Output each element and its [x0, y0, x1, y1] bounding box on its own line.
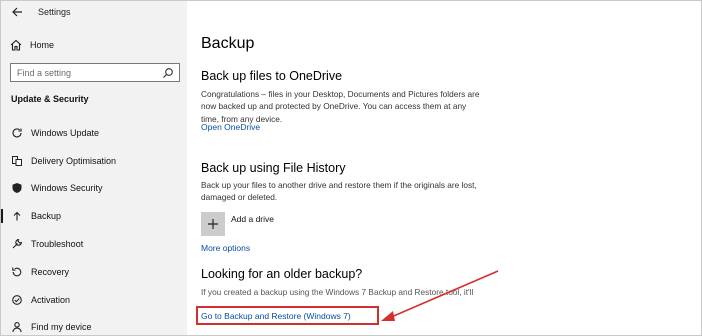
sidebar-item-label: Find my device [31, 322, 92, 333]
shield-icon [12, 183, 22, 194]
sidebar-item-windows-update[interactable]: Windows Update [1, 119, 187, 147]
home-nav-item[interactable]: Home [9, 37, 179, 53]
search-input[interactable] [11, 64, 162, 81]
refresh-icon [12, 128, 22, 138]
sidebar-nav: Windows Update Delivery Optimisation Win… [1, 119, 187, 335]
main-content: Backup Back up files to OneDrive Congrat… [187, 1, 701, 335]
sidebar-item-label: Windows Update [31, 127, 100, 138]
sidebar-item-label: Delivery Optimisation [31, 155, 117, 166]
section-heading: Update & Security [11, 94, 89, 104]
older-backup-description: If you created a backup using the Window… [201, 287, 474, 297]
recovery-icon [12, 267, 22, 277]
annotation-highlight-box [196, 306, 379, 325]
sidebar-item-backup[interactable]: Backup [1, 202, 187, 230]
sidebar-item-label: Troubleshoot [31, 239, 84, 250]
title-bar: Settings [1, 1, 187, 23]
window-title: Settings [38, 7, 71, 17]
sidebar-item-delivery-optimisation[interactable]: Delivery Optimisation [1, 147, 187, 175]
onedrive-heading: Back up files to OneDrive [201, 69, 343, 83]
search-icon[interactable] [162, 67, 174, 79]
sidebar-item-label: Backup [31, 211, 62, 222]
selection-indicator [1, 209, 3, 224]
page-title: Backup [201, 35, 255, 52]
sidebar-item-activation[interactable]: Activation [1, 286, 187, 314]
sidebar-item-troubleshoot[interactable]: Troubleshoot [1, 230, 187, 258]
wrench-icon [12, 239, 22, 249]
sidebar-item-label: Windows Security [31, 183, 103, 194]
open-onedrive-link[interactable]: Open OneDrive [201, 122, 260, 132]
file-history-heading: Back up using File History [201, 161, 346, 175]
sidebar: Settings Home Update & Security Windows … [1, 1, 187, 335]
sidebar-item-find-my-device[interactable]: Find my device [1, 314, 187, 335]
add-drive-button[interactable]: Add a drive [201, 212, 274, 236]
search-box [10, 63, 180, 82]
sidebar-item-label: Recovery [31, 266, 70, 277]
home-label: Home [30, 40, 55, 50]
sidebar-item-windows-security[interactable]: Windows Security [1, 175, 187, 203]
plus-icon [208, 219, 218, 229]
add-drive-tile [201, 212, 225, 236]
person-icon [12, 322, 22, 333]
more-options-link[interactable]: More options [201, 243, 250, 253]
backup-icon [13, 212, 21, 221]
home-icon [10, 39, 22, 51]
sidebar-item-recovery[interactable]: Recovery [1, 258, 187, 286]
add-drive-label: Add a drive [231, 214, 274, 224]
delivery-optimisation-icon [12, 155, 22, 166]
activation-icon [12, 294, 22, 305]
settings-window: Settings Home Update & Security Windows … [0, 0, 702, 336]
older-backup-heading: Looking for an older backup? [201, 267, 363, 281]
sidebar-item-label: Activation [31, 294, 71, 305]
file-history-description: Back up your files to another drive and … [201, 180, 477, 203]
back-arrow-icon[interactable] [9, 4, 25, 20]
onedrive-description: Congratulations – files in your Desktop,… [201, 89, 480, 124]
